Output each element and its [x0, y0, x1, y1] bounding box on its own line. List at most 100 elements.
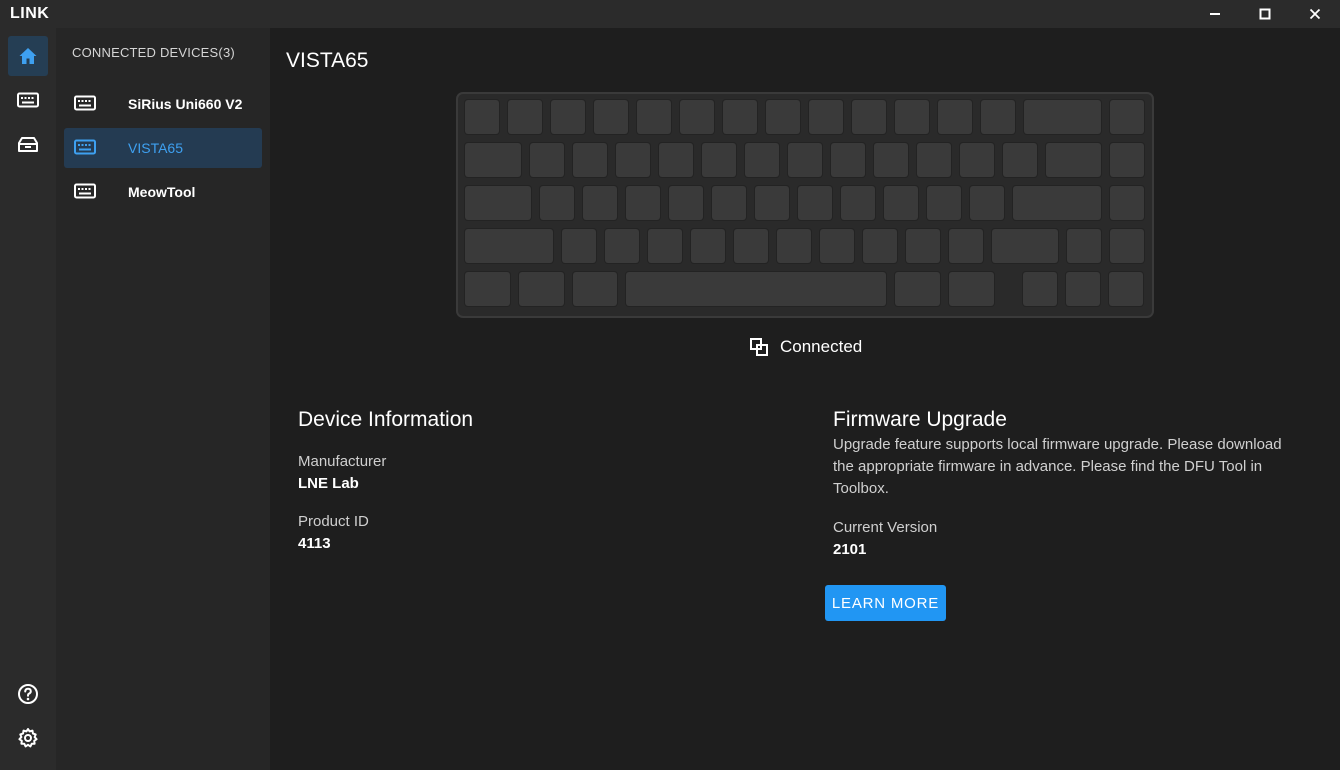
keyboard-key [884, 186, 919, 220]
keyboard-key [1110, 143, 1144, 177]
device-item-sirius-uni660-v2[interactable]: SiRius Uni660 V2 [64, 84, 262, 124]
keyboard-key [809, 100, 843, 134]
settings-button[interactable] [8, 718, 48, 758]
keyboard-key [1110, 100, 1144, 134]
app-title: LINK [10, 5, 50, 22]
keyboard-key [1065, 272, 1100, 306]
keyboard-key [647, 229, 682, 263]
keyboard-key [744, 143, 779, 177]
keyboard-key [680, 100, 714, 134]
manufacturer-label: Manufacturer [298, 453, 387, 470]
keyboard-key [948, 229, 983, 263]
keyboard-key [776, 229, 811, 263]
keyboard-icon [74, 183, 96, 199]
close-icon [1309, 8, 1321, 20]
keyboard-key [658, 143, 693, 177]
device-item-label: MeowTool [128, 184, 196, 200]
device-item-label: SiRius Uni660 V2 [128, 96, 243, 112]
keyboard-key [787, 143, 822, 177]
help-button[interactable] [8, 674, 48, 714]
keyboard-key [465, 143, 521, 177]
close-button[interactable] [1290, 0, 1340, 28]
keyboard-key [626, 186, 661, 220]
keyboard-key [862, 229, 897, 263]
connected-icon [750, 338, 768, 356]
firmware-description: Upgrade feature supports local firmware … [833, 436, 1282, 497]
keyboard-key [991, 229, 1058, 263]
keyboard-key [615, 143, 650, 177]
main-content: VISTA65 Connected Device Information Man… [270, 28, 1340, 770]
keyboard-key [723, 100, 757, 134]
keyboard-key [626, 272, 886, 306]
keyboard-icon [17, 92, 39, 108]
keyboard-key [690, 229, 725, 263]
product-id-value: 4113 [298, 535, 331, 552]
status-text: Connected [780, 337, 863, 356]
home-icon [19, 48, 37, 64]
toolbox-icon [18, 137, 38, 152]
keyboard-key [551, 100, 585, 134]
nav-home-button[interactable] [8, 36, 48, 76]
keyboard-key [529, 143, 564, 177]
keyboard-key [1022, 272, 1057, 306]
device-info-title: Device Information [298, 408, 474, 431]
connection-status: Connected [748, 334, 862, 360]
keyboard-key [465, 272, 510, 306]
keyboard-key [594, 100, 628, 134]
keyboard-key [669, 186, 704, 220]
keyboard-key [561, 229, 596, 263]
keyboard-key [465, 229, 553, 263]
keyboard-icon [74, 139, 96, 155]
keyboard-key [1013, 186, 1101, 220]
settings-gear-icon [18, 728, 38, 748]
minimize-button[interactable] [1190, 0, 1240, 28]
title-bar: LINK [0, 0, 1340, 28]
maximize-button[interactable] [1240, 0, 1290, 28]
keyboard-key [766, 100, 800, 134]
keyboard-key [508, 100, 542, 134]
nav-rail [0, 28, 56, 770]
keyboard-key [1108, 272, 1143, 306]
keyboard-key [895, 272, 940, 306]
keyboard-key [927, 186, 962, 220]
keyboard-key [830, 143, 865, 177]
device-item-vista65[interactable]: VISTA65 [64, 128, 262, 168]
keyboard-key [465, 186, 532, 220]
device-item-meowtool[interactable]: MeowTool [64, 172, 262, 212]
keyboard-key [1024, 100, 1101, 134]
keyboard-key [981, 100, 1015, 134]
learn-more-button[interactable]: LEARN MORE [825, 585, 946, 621]
keyboard-key [637, 100, 671, 134]
keyboard-key [948, 272, 994, 306]
keyboard-key [852, 100, 886, 134]
keyboard-icon [74, 95, 96, 111]
product-id-label: Product ID [298, 513, 369, 530]
devices-panel: CONNECTED DEVICES(3) SiRius Uni660 V2 VI… [56, 28, 270, 770]
nav-keyboard-button[interactable] [8, 80, 48, 120]
firmware-title: Firmware Upgrade [833, 408, 1007, 431]
keyboard-key [755, 186, 790, 220]
current-version-value: 2101 [833, 541, 867, 558]
keyboard-key [1110, 229, 1144, 263]
keyboard-key [540, 186, 575, 220]
maximize-icon [1259, 8, 1271, 20]
device-title: VISTA65 [286, 49, 369, 72]
keyboard-key [572, 272, 618, 306]
keyboard-key [819, 229, 854, 263]
minimize-icon [1210, 13, 1220, 15]
keyboard-key [916, 143, 951, 177]
keyboard-key [701, 143, 736, 177]
current-version-label: Current Version [833, 519, 938, 536]
nav-toolbox-button[interactable] [8, 124, 48, 164]
keyboard-key [798, 186, 833, 220]
keyboard-key [733, 229, 768, 263]
keyboard-key [583, 186, 618, 220]
keyboard-key [905, 229, 940, 263]
keyboard-key [841, 186, 876, 220]
keyboard-key [1110, 186, 1144, 220]
devices-header: CONNECTED DEVICES(3) [72, 45, 235, 60]
manufacturer-value: LNE Lab [298, 475, 359, 492]
keyboard-key [712, 186, 747, 220]
keyboard-key [1002, 143, 1037, 177]
keyboard-key [959, 143, 994, 177]
